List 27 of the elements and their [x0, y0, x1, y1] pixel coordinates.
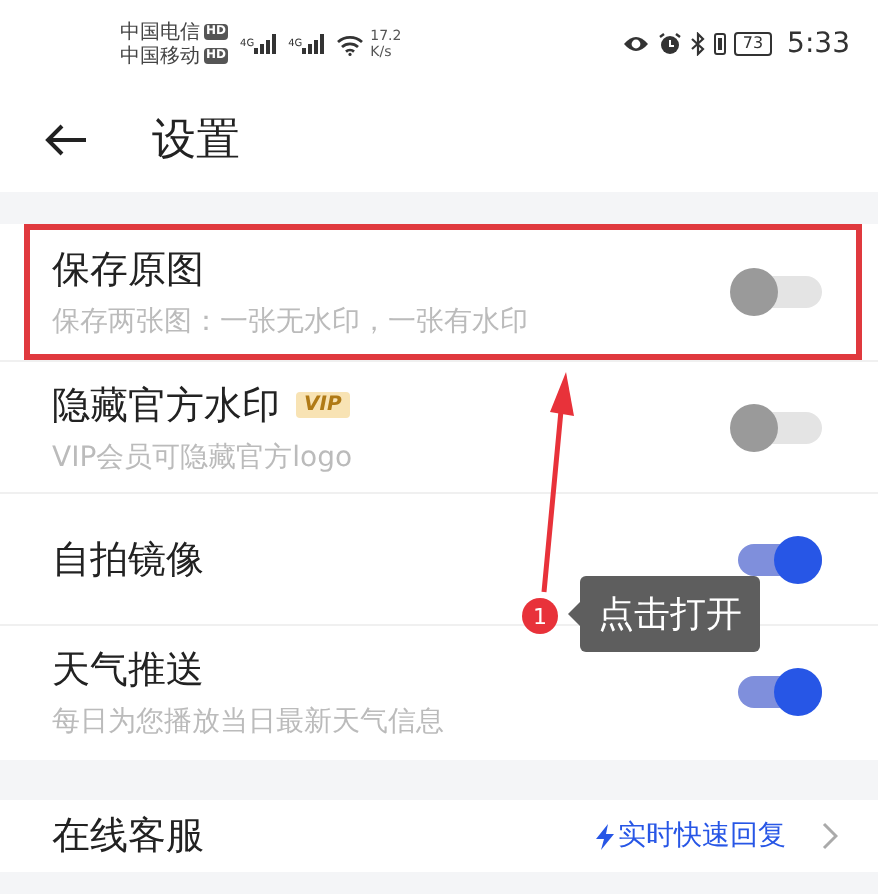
setting-title: 天气推送: [52, 645, 204, 695]
vip-badge: VIP: [296, 392, 350, 418]
eye-icon: [622, 34, 651, 54]
setting-title: 隐藏官方水印: [52, 381, 280, 431]
setting-description: 保存两张图：一张无水印，一张有水印: [52, 304, 530, 340]
lightning-icon: [596, 823, 614, 849]
setting-title: 自拍镜像: [52, 535, 204, 585]
wifi-icon: [336, 33, 365, 55]
vibrate-icon: [714, 32, 727, 56]
chevron-right-icon: [822, 822, 838, 850]
setting-title: 保存原图: [52, 246, 204, 296]
bluetooth-icon: [690, 32, 707, 56]
setting-title: 在线客服: [52, 812, 206, 862]
carrier-name: 中国移动: [120, 45, 200, 67]
support-link[interactable]: 实时快速回复: [618, 818, 786, 854]
page-title: 设置: [152, 114, 240, 170]
alarm-icon: [658, 32, 683, 56]
clock-time: 5:33: [787, 28, 850, 60]
toggle-switch[interactable]: [730, 268, 822, 316]
setting-description: 每日为您播放当日最新天气信息: [52, 703, 446, 739]
signal-icon: [302, 34, 325, 54]
signal-icon: [254, 34, 277, 54]
tooltip: 点击打开: [580, 576, 760, 652]
battery-level: 73: [734, 32, 772, 56]
setting-description: VIP会员可隐藏官方logo: [52, 439, 355, 475]
toggle-switch[interactable]: [730, 403, 822, 451]
carrier-name: 中国电信: [120, 21, 200, 43]
